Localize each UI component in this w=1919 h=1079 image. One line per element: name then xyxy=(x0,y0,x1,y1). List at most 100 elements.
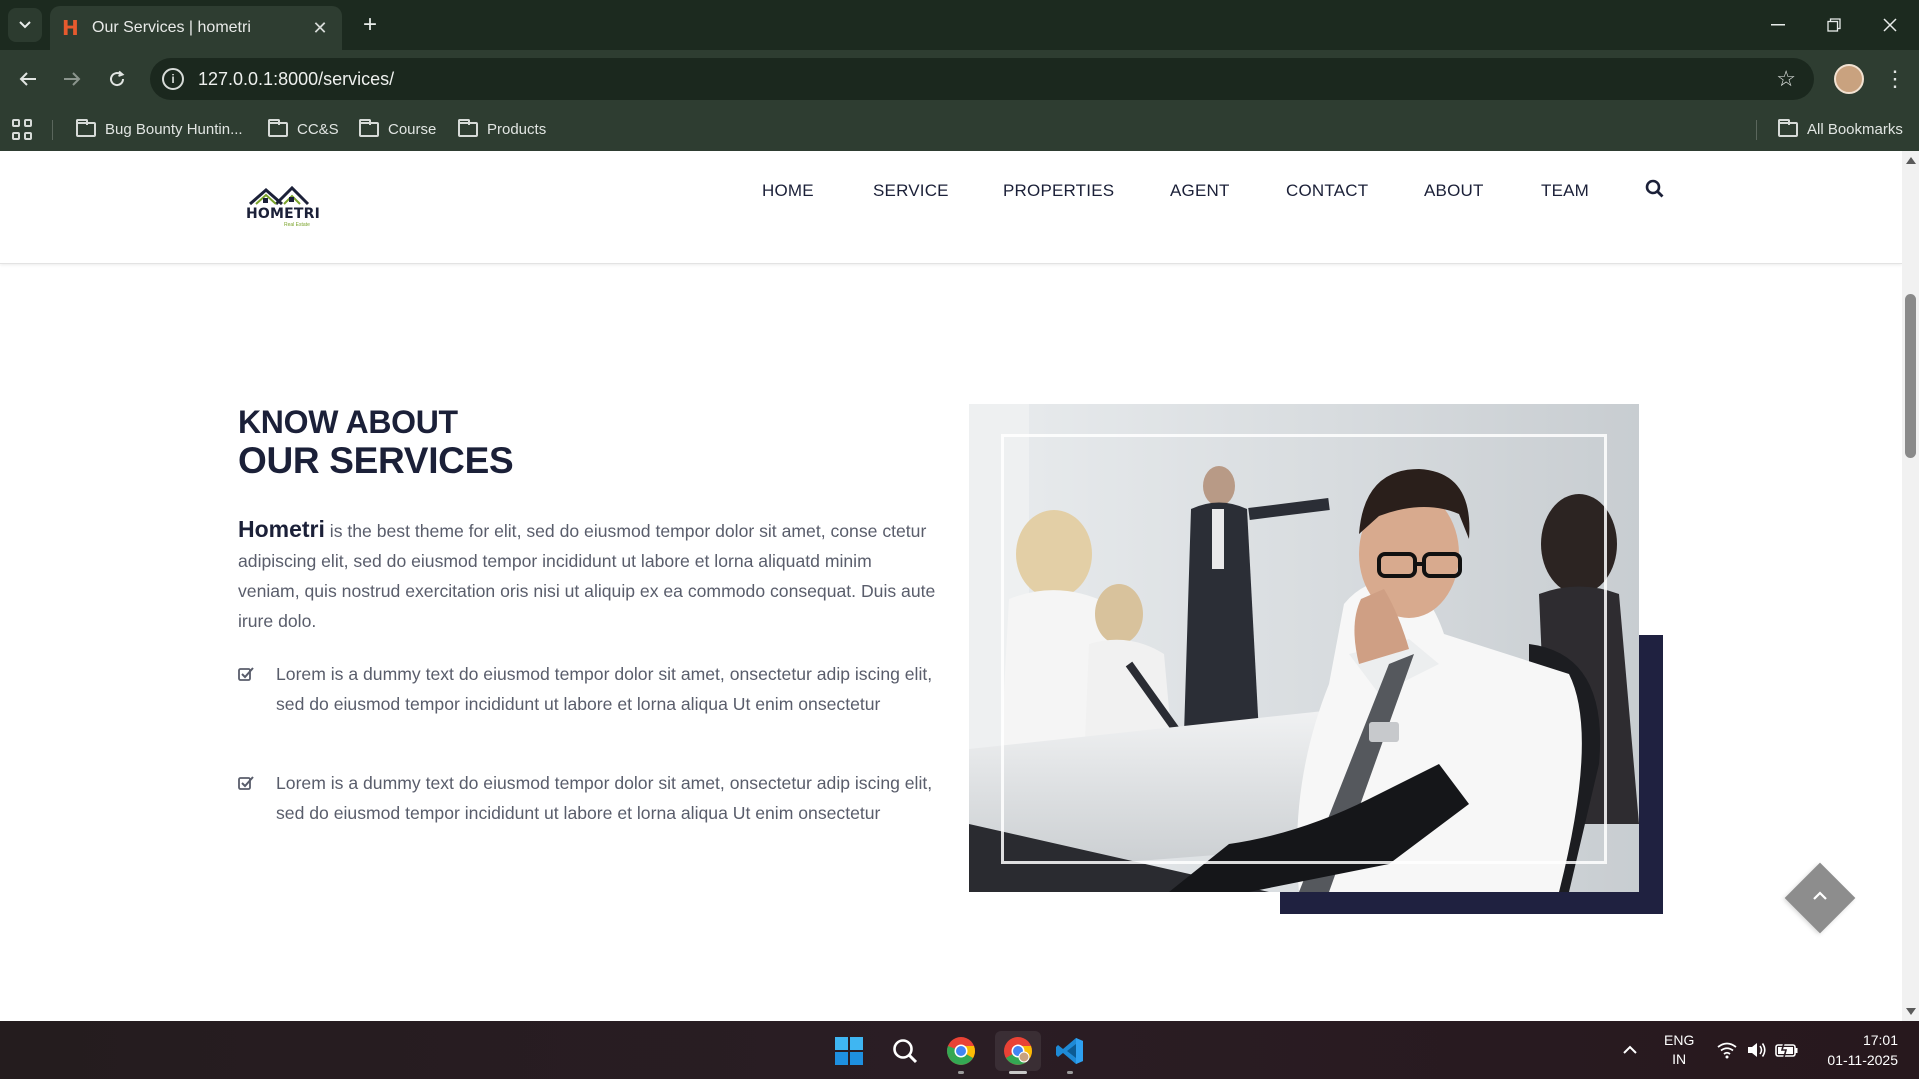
address-bar[interactable]: i 127.0.0.1:8000/services/ ☆ xyxy=(150,58,1814,100)
chevron-up-icon xyxy=(1623,1045,1637,1054)
volume-icon[interactable] xyxy=(1746,1021,1768,1079)
logo-text: HOMETRI xyxy=(246,206,321,222)
vscode-icon xyxy=(1056,1038,1083,1064)
region-code: IN xyxy=(1672,1051,1687,1067)
intro-paragraph: Hometri is the best theme for elit, sed … xyxy=(238,514,938,636)
chrome-icon xyxy=(947,1037,975,1065)
bookmark-label: CC&S xyxy=(297,121,339,138)
taskbar-vscode[interactable] xyxy=(1050,1031,1090,1074)
bookmark-folder-bug-bounty[interactable]: Bug Bounty Huntin... xyxy=(76,108,243,151)
bookmark-label: Products xyxy=(487,121,547,138)
bookmarks-separator xyxy=(1756,120,1757,140)
folder-icon xyxy=(359,119,379,137)
tab-title: Our Services | hometri xyxy=(92,19,251,36)
photo-frame-overlay xyxy=(1001,434,1607,864)
list-item-text: Lorem is a dummy text do eiusmod tempor … xyxy=(276,773,933,823)
services-photo xyxy=(969,404,1639,892)
restore-button[interactable] xyxy=(1812,8,1856,42)
intro-text: is the best theme for elit, sed do eiusm… xyxy=(238,521,936,631)
back-arrow-icon xyxy=(19,72,36,86)
forward-arrow-icon xyxy=(64,72,81,86)
show-hidden-icons-button[interactable] xyxy=(1622,1021,1638,1079)
reload-icon xyxy=(110,70,125,87)
wifi-svg xyxy=(1717,1042,1737,1059)
bookmark-folder-products[interactable]: Products xyxy=(458,108,546,151)
url-text[interactable]: 127.0.0.1:8000/services/ xyxy=(198,69,1776,90)
site-logo[interactable]: HOMETRI Real Estate xyxy=(246,184,320,228)
taskbar-chrome-1[interactable] xyxy=(941,1031,981,1074)
scroll-down-arrow-icon[interactable] xyxy=(1906,1008,1916,1015)
active-indicator xyxy=(1009,1071,1027,1074)
speaker-svg xyxy=(1748,1043,1766,1057)
reload-button[interactable] xyxy=(101,63,133,95)
windows-logo-icon xyxy=(835,1037,863,1065)
nav-properties[interactable]: PROPERTIES xyxy=(1003,181,1114,201)
scroll-up-arrow-icon[interactable] xyxy=(1906,157,1916,164)
minimize-icon xyxy=(1771,24,1785,26)
folder-icon xyxy=(268,119,288,137)
chevron-up-icon[interactable] xyxy=(1808,881,1832,911)
page-viewport: HOMETRI Real Estate HOME SERVICE PROPERT… xyxy=(0,151,1902,1021)
nav-contact[interactable]: CONTACT xyxy=(1286,181,1368,201)
brand-name: Hometri xyxy=(238,516,325,542)
wifi-icon[interactable] xyxy=(1716,1021,1738,1079)
search-icon xyxy=(893,1039,918,1064)
apps-grid-icon[interactable] xyxy=(12,119,34,141)
logo-tagline: Real Estate xyxy=(284,222,310,228)
folder-icon xyxy=(458,119,478,137)
chevron-up-svg xyxy=(1813,891,1827,900)
minimize-button[interactable] xyxy=(1756,8,1800,42)
bookmarks-separator xyxy=(52,120,53,140)
browser-toolbar: i 127.0.0.1:8000/services/ ☆ ⋮ xyxy=(0,50,1919,108)
site-header: HOMETRI Real Estate HOME SERVICE PROPERT… xyxy=(0,151,1902,264)
clock[interactable]: 17:01 01-11-2025 xyxy=(1816,1021,1898,1079)
clock-time: 17:01 xyxy=(1862,1032,1898,1048)
close-tab-icon[interactable]: ✕ xyxy=(310,18,330,39)
profile-avatar[interactable] xyxy=(1834,64,1864,94)
new-tab-button[interactable]: + xyxy=(355,10,385,40)
nav-team[interactable]: TEAM xyxy=(1541,181,1589,201)
bookmark-label: Course xyxy=(388,121,437,138)
search-icon xyxy=(1645,179,1664,198)
nav-about[interactable]: ABOUT xyxy=(1424,181,1484,201)
section-title-line2: OUR SERVICES xyxy=(238,440,514,481)
bookmark-star-icon[interactable]: ☆ xyxy=(1776,66,1796,92)
bookmark-folder-course[interactable]: Course xyxy=(359,108,436,151)
chrome-icon xyxy=(1004,1037,1032,1065)
page-scrollbar[interactable] xyxy=(1902,151,1919,1021)
browser-menu-icon[interactable]: ⋮ xyxy=(1880,64,1910,94)
checkbox-checked-icon xyxy=(238,667,254,681)
list-item-text: Lorem is a dummy text do eiusmod tempor … xyxy=(276,664,933,714)
nav-agent[interactable]: AGENT xyxy=(1170,181,1230,201)
language-indicator[interactable]: ENG IN xyxy=(1664,1021,1694,1079)
start-button[interactable] xyxy=(829,1031,869,1071)
all-bookmarks-label: All Bookmarks xyxy=(1807,121,1903,138)
bookmark-folder-ccs[interactable]: CC&S xyxy=(268,108,339,151)
site-favicon: H xyxy=(62,16,79,40)
close-window-button[interactable] xyxy=(1868,8,1912,42)
all-bookmarks-button[interactable]: All Bookmarks xyxy=(1778,108,1903,151)
browser-tab[interactable]: H Our Services | hometri ✕ xyxy=(50,6,342,50)
taskbar-chrome-2[interactable] xyxy=(995,1031,1041,1074)
folder-icon xyxy=(1778,119,1798,137)
nav-home[interactable]: HOME xyxy=(762,181,814,201)
bookmarks-bar: Bug Bounty Huntin... CC&S Course Product… xyxy=(0,108,1919,151)
search-button[interactable] xyxy=(1645,179,1667,201)
back-button[interactable] xyxy=(12,63,44,95)
battery-icon[interactable] xyxy=(1775,1021,1799,1079)
tab-search-button[interactable] xyxy=(8,8,42,42)
battery-svg xyxy=(1775,1042,1798,1058)
folder-icon xyxy=(76,119,96,137)
running-indicator xyxy=(1067,1071,1073,1074)
running-indicator xyxy=(958,1071,964,1074)
chevron-down-icon xyxy=(19,21,31,29)
section-title-line1: KNOW ABOUT xyxy=(238,404,458,440)
scroll-thumb[interactable] xyxy=(1905,294,1916,458)
nav-service[interactable]: SERVICE xyxy=(873,181,949,201)
bookmark-label: Bug Bounty Huntin... xyxy=(105,121,243,138)
house-roof-logo-icon xyxy=(249,185,310,206)
forward-button[interactable] xyxy=(56,63,88,95)
site-info-icon[interactable]: i xyxy=(162,68,184,90)
taskbar-search-button[interactable] xyxy=(885,1031,925,1071)
os-taskbar: ENG IN 17:01 01-11-2025 xyxy=(0,1021,1919,1079)
